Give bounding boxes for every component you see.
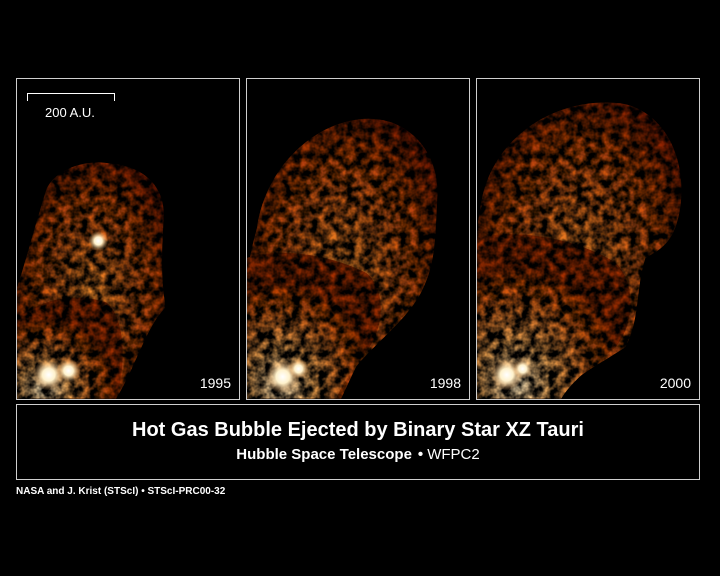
panel-1998: 1998 [246,78,470,400]
scale-bar-label: 200 A.U. [45,105,95,120]
nebula-image-2000 [477,102,682,399]
caption-title: Hot Gas Bubble Ejected by Binary Star XZ… [132,419,584,441]
subtitle-bullet: • [417,446,424,463]
year-label-1998: 1998 [429,375,461,391]
scale-bar [27,93,115,101]
credit-line: NASA and J. Krist (STScI) • STScI-PRC00-… [16,486,226,497]
nebula-image-1995 [17,162,166,399]
telescope-name: Hubble Space Telescope [236,446,412,463]
year-label-2000: 2000 [659,375,691,391]
panel-1995: 200 A.U. 1995 [16,78,240,400]
panel-2000: 2000 [476,78,700,400]
caption-box: Hot Gas Bubble Ejected by Binary Star XZ… [16,404,700,480]
nebula-image-1998 [247,118,438,399]
caption-subtitle: Hubble Space Telescope • WFPC2 [17,446,699,463]
instrument-name: WFPC2 [427,446,480,463]
year-label-1995: 1995 [199,375,231,391]
